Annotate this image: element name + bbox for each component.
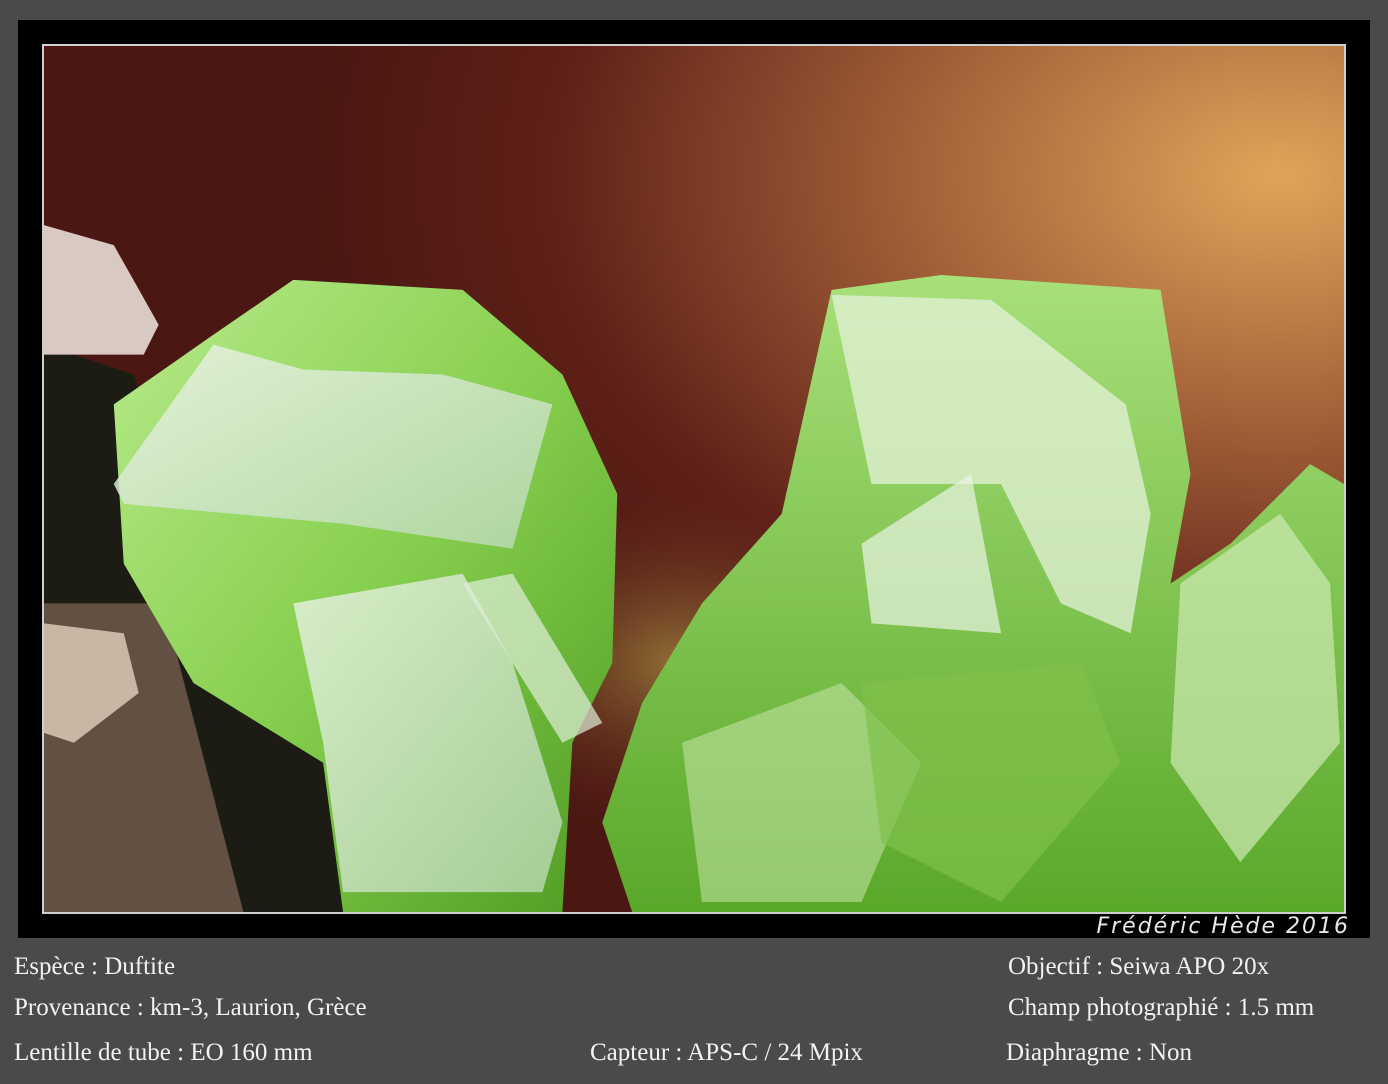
caption-capteur: Capteur : APS-C / 24 Mpix (590, 1039, 863, 1066)
duftite-crystals-image (44, 46, 1344, 912)
caption-champ: Champ photographié : 1.5 mm (1008, 994, 1315, 1021)
caption-diaphragme: Diaphragme : Non (1006, 1039, 1193, 1066)
caption-lentille: Lentille de tube : EO 160 mm (14, 1039, 313, 1066)
caption-provenance: Provenance : km-3, Laurion, Grèce (14, 994, 367, 1021)
mineral-photo (42, 44, 1346, 914)
caption-objectif: Objectif : Seiwa APO 20x (1008, 953, 1270, 980)
photographer-signature: Frédéric Hède 2016 (1096, 914, 1350, 939)
caption-espece: Espèce : Duftite (14, 953, 176, 980)
